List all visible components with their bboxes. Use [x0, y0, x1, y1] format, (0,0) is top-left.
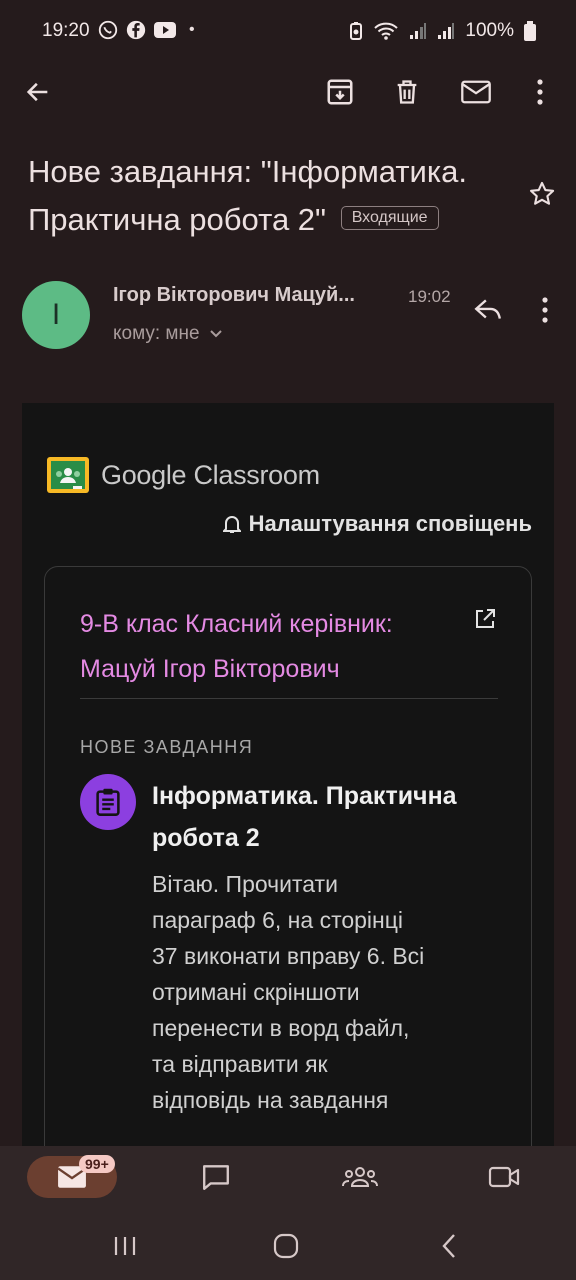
back-button[interactable] [20, 76, 56, 108]
recents-icon [114, 1237, 136, 1255]
section-label: НОВЕ ЗАВДАННЯ [80, 737, 254, 757]
chevron-left-icon [442, 1234, 455, 1258]
archive-button[interactable] [322, 74, 358, 110]
status-right: 100% [349, 20, 536, 42]
more-vert-icon [542, 297, 548, 323]
status-dot: • [189, 21, 195, 38]
classroom-logo-text: Google Classroom [101, 459, 320, 490]
archive-icon [327, 79, 353, 105]
assignment-title[interactable]: Інформатика. Практична робота 2 [152, 775, 512, 859]
sender-more-button[interactable] [530, 294, 560, 326]
signal-icon [410, 23, 427, 39]
assignment-description: Вітаю. Прочитати параграф 6, на сторінці… [152, 871, 425, 1113]
email-subject: Нове завдання: "Інформатика. Практична р… [28, 148, 508, 244]
status-bar: 19:20 • 100% [0, 0, 576, 64]
delete-icon [397, 80, 417, 104]
wifi-icon [374, 22, 399, 40]
nav-chat[interactable] [190, 1156, 242, 1198]
system-navigation-bar [0, 1218, 576, 1280]
card-divider [80, 698, 498, 699]
youtube-icon [154, 22, 176, 38]
more-vert-icon [537, 79, 543, 105]
class-link[interactable]: 9-В клас Класний керівник: Мацуй Ігор Ві… [80, 602, 460, 692]
facebook-icon [126, 20, 146, 40]
nav-meet[interactable] [478, 1156, 530, 1198]
open-in-new-button[interactable] [473, 607, 497, 636]
status-left-icons: • [97, 19, 195, 41]
notification-settings-text: Налаштування сповіщень [248, 511, 532, 536]
more-options-button[interactable] [524, 74, 556, 110]
status-time: 19:20 [42, 20, 90, 41]
recents-button[interactable] [108, 1230, 142, 1262]
notification-settings-link[interactable]: Налаштування сповіщень [222, 511, 532, 537]
sender-name: Ігор Вікторович Мацуй... [113, 284, 355, 306]
back-arrow-icon [26, 82, 48, 102]
mark-unread-button[interactable] [456, 74, 496, 110]
recipient-toggle[interactable]: кому: мне [113, 323, 224, 345]
battery-icon [524, 21, 536, 41]
chat-icon [203, 1165, 229, 1190]
viber-icon [98, 20, 118, 40]
reply-icon [474, 299, 501, 319]
recipient-text: кому: мне [113, 323, 200, 344]
star-icon [529, 181, 555, 205]
classroom-icon [47, 457, 89, 493]
assignment-icon-circle [80, 774, 136, 830]
bell-icon [222, 516, 241, 533]
mark-unread-icon [461, 80, 491, 104]
reply-button[interactable] [470, 294, 506, 326]
top-app-bar [0, 64, 576, 120]
battery-percent: 100% [465, 20, 514, 41]
spaces-icon [342, 1167, 378, 1187]
star-button[interactable] [528, 180, 556, 213]
inbox-label-chip[interactable]: Входящие [340, 205, 439, 230]
nav-spaces[interactable] [334, 1156, 386, 1198]
battery-saver-icon [350, 22, 363, 40]
system-back-button[interactable] [434, 1230, 464, 1262]
email-time: 19:02 [408, 287, 451, 306]
open-in-new-icon [476, 609, 495, 628]
home-icon [273, 1233, 299, 1259]
signal-icon [438, 23, 455, 39]
meet-icon [488, 1166, 520, 1188]
home-button[interactable] [268, 1230, 304, 1262]
chevron-down-icon [209, 330, 222, 338]
mail-badge: 99+ [79, 1155, 115, 1173]
google-classroom-logo: Google Classroom [47, 457, 320, 493]
assignment-icon [96, 788, 120, 816]
delete-button[interactable] [389, 74, 425, 110]
sender-avatar[interactable]: І [22, 281, 90, 349]
